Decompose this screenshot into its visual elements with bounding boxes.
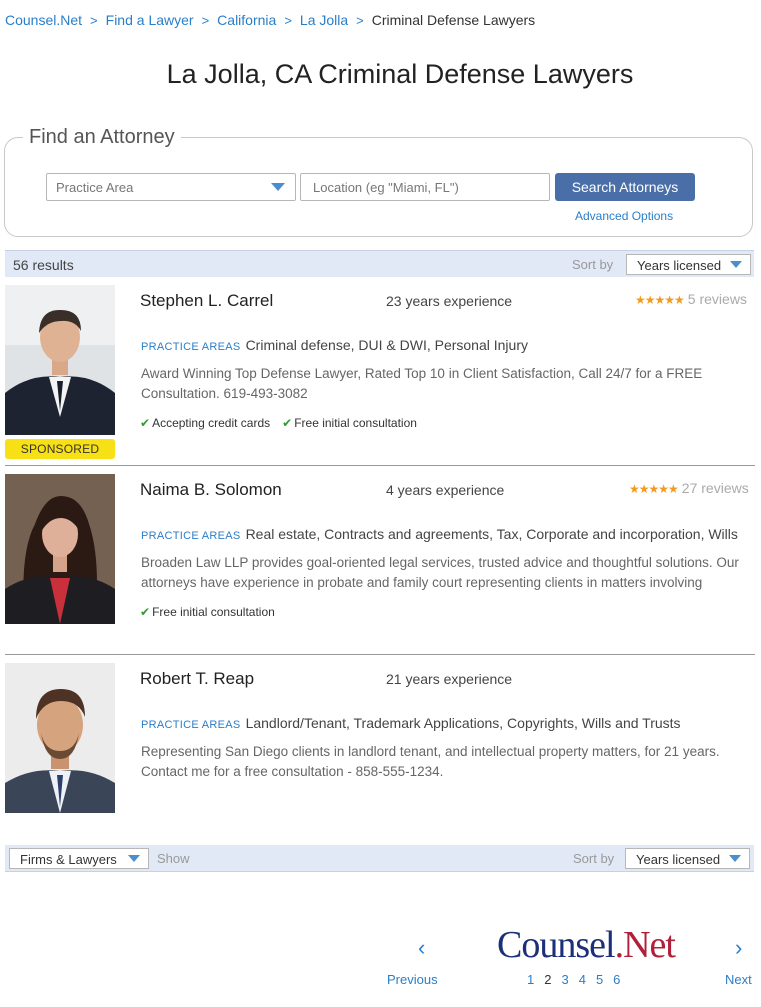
chevron-right-icon[interactable]: › [735, 935, 742, 961]
lawyer-photo[interactable] [5, 663, 115, 813]
breadcrumb-link-state[interactable]: California [217, 12, 276, 28]
description-line: Award Winning Top Defense Lawyer, Rated … [141, 366, 703, 381]
counsel-net-logo: Counsel.Net [497, 923, 676, 967]
feature-label: Free initial consultation [152, 605, 275, 619]
lawyer-name[interactable]: Stephen L. Carrel [140, 291, 273, 311]
years-experience: 23 years experience [386, 293, 513, 309]
description-line: attorneys have experience in probate and… [141, 575, 703, 590]
chevron-right-icon: > [201, 12, 210, 28]
years-experience: 4 years experience [386, 482, 505, 498]
feature-label: Free initial consultation [294, 416, 417, 430]
lawyer-description: Broaden Law LLP provides goal-oriented l… [141, 553, 761, 593]
lawyer-description: Award Winning Top Defense Lawyer, Rated … [141, 364, 761, 404]
advanced-options-link[interactable]: Advanced Options [575, 209, 673, 223]
show-label: Show [157, 851, 190, 866]
feature-label: Accepting credit cards [152, 416, 271, 430]
breadcrumb: Counsel.Net > Find a Lawyer > California… [5, 12, 535, 28]
practice-area-placeholder: Practice Area [56, 180, 134, 195]
caret-down-icon [730, 261, 742, 268]
page-link-1[interactable]: 1 [527, 972, 534, 987]
description-line: Contact me for a free consultation - 858… [141, 764, 444, 779]
caret-down-icon [271, 183, 285, 191]
firms-lawyers-value: Firms & Lawyers [20, 852, 117, 867]
caret-down-icon [128, 855, 140, 862]
sort-by-label: Sort by [573, 851, 615, 866]
practice-areas-label: PRACTICE AREAS [141, 530, 241, 542]
lawyer-name[interactable]: Robert T. Reap [140, 669, 254, 689]
next-page-link[interactable]: Next [725, 972, 752, 987]
review-count: 27 reviews [681, 480, 749, 496]
practice-areas-text: Criminal defense, DUI & DWI, Personal In… [245, 337, 528, 353]
practice-areas: PRACTICE AREAS Criminal defense, DUI & DW… [141, 337, 528, 353]
checkmark-icon: ✔ [140, 605, 151, 619]
lawyer-features: ✔ Free initial consultation [140, 605, 287, 619]
results-toolbar: 56 results Sort by Years licensed [5, 250, 754, 277]
practice-areas-text: Landlord/Tenant, Trademark Applications,… [245, 715, 681, 731]
feature-item: ✔ Free initial consultation [282, 416, 417, 430]
lawyer-card: Naima B. Solomon 4 years experience ★★★★… [5, 474, 755, 655]
feature-item: ✔ Accepting credit cards [140, 416, 270, 430]
practice-areas: PRACTICE AREAS Real estate, Contracts and… [141, 526, 738, 542]
years-experience: 21 years experience [386, 671, 513, 687]
breadcrumb-link-home[interactable]: Counsel.Net [5, 12, 82, 28]
review-count: 5 reviews [687, 291, 747, 307]
results-count: 56 results [13, 257, 74, 273]
lawyer-card: SPONSORED Stephen L. Carrel 23 years exp… [5, 285, 755, 466]
page-link-5[interactable]: 5 [596, 972, 603, 987]
find-attorney-panel: Find an Attorney Practice Area Search At… [4, 126, 753, 237]
star-rating-icon: ★★★★★ [629, 482, 679, 496]
practice-areas-text: Real estate, Contracts and agreements, T… [245, 526, 738, 542]
description-line: Representing San Diego clients in landlo… [141, 744, 720, 759]
sponsored-badge: SPONSORED [5, 439, 115, 459]
previous-page-link[interactable]: Previous [387, 972, 438, 987]
rating[interactable]: ★★★★★ 27 reviews [629, 480, 749, 496]
rating[interactable]: ★★★★★ 5 reviews [635, 291, 747, 307]
sort-select[interactable]: Years licensed [626, 254, 751, 275]
page-link-3[interactable]: 3 [561, 972, 568, 987]
breadcrumb-link-city[interactable]: La Jolla [300, 12, 348, 28]
checkmark-icon: ✔ [282, 416, 293, 430]
sort-by-label: Sort by [572, 257, 614, 272]
page-link-6[interactable]: 6 [613, 972, 620, 987]
sort-select[interactable]: Years licensed [625, 848, 750, 869]
chevron-left-icon[interactable]: ‹ [418, 935, 425, 961]
practice-areas: PRACTICE AREAS Landlord/Tenant, Trademark… [141, 715, 681, 731]
practice-areas-label: PRACTICE AREAS [141, 341, 241, 353]
checkmark-icon: ✔ [140, 416, 151, 430]
lawyer-photo[interactable] [5, 285, 115, 435]
feature-item: ✔ Free initial consultation [140, 605, 275, 619]
lawyer-photo[interactable] [5, 474, 115, 624]
breadcrumb-link-find-lawyer[interactable]: Find a Lawyer [106, 12, 194, 28]
page-numbers: 1 2 3 4 5 6 [527, 972, 630, 987]
practice-area-select[interactable]: Practice Area [46, 173, 296, 201]
search-attorneys-button[interactable]: Search Attorneys [555, 173, 695, 201]
bottom-toolbar: Firms & Lawyers Show Sort by Years licen… [5, 845, 754, 872]
location-input[interactable] [300, 173, 550, 201]
lawyer-name[interactable]: Naima B. Solomon [140, 480, 282, 500]
chevron-right-icon: > [284, 12, 292, 28]
firms-lawyers-select[interactable]: Firms & Lawyers [9, 848, 149, 869]
description-line: Consultation. 619-493-3082 [141, 386, 308, 401]
lawyer-card: Robert T. Reap 21 years experience PRACT… [5, 663, 755, 818]
caret-down-icon [729, 855, 741, 862]
page-current-2: 2 [544, 972, 552, 987]
practice-areas-label: PRACTICE AREAS [141, 719, 241, 731]
chevron-right-icon: > [90, 12, 98, 28]
lawyer-description: Representing San Diego clients in landlo… [141, 742, 761, 782]
page-title: La Jolla, CA Criminal Defense Lawyers [166, 59, 634, 89]
logo-suffix: .Net [614, 924, 676, 966]
chevron-right-icon: > [356, 12, 364, 28]
page-link-4[interactable]: 4 [579, 972, 586, 987]
logo-main: Counsel [497, 924, 616, 966]
sort-select-value: Years licensed [637, 258, 722, 273]
description-line: Broaden Law LLP provides goal-oriented l… [141, 555, 739, 570]
sort-select-value: Years licensed [636, 852, 721, 867]
star-rating-icon: ★★★★★ [635, 293, 685, 307]
find-attorney-heading: Find an Attorney [23, 126, 181, 149]
lawyer-features: ✔ Accepting credit cards ✔ Free initial co… [140, 416, 429, 430]
breadcrumb-current: Criminal Defense Lawyers [371, 12, 536, 28]
